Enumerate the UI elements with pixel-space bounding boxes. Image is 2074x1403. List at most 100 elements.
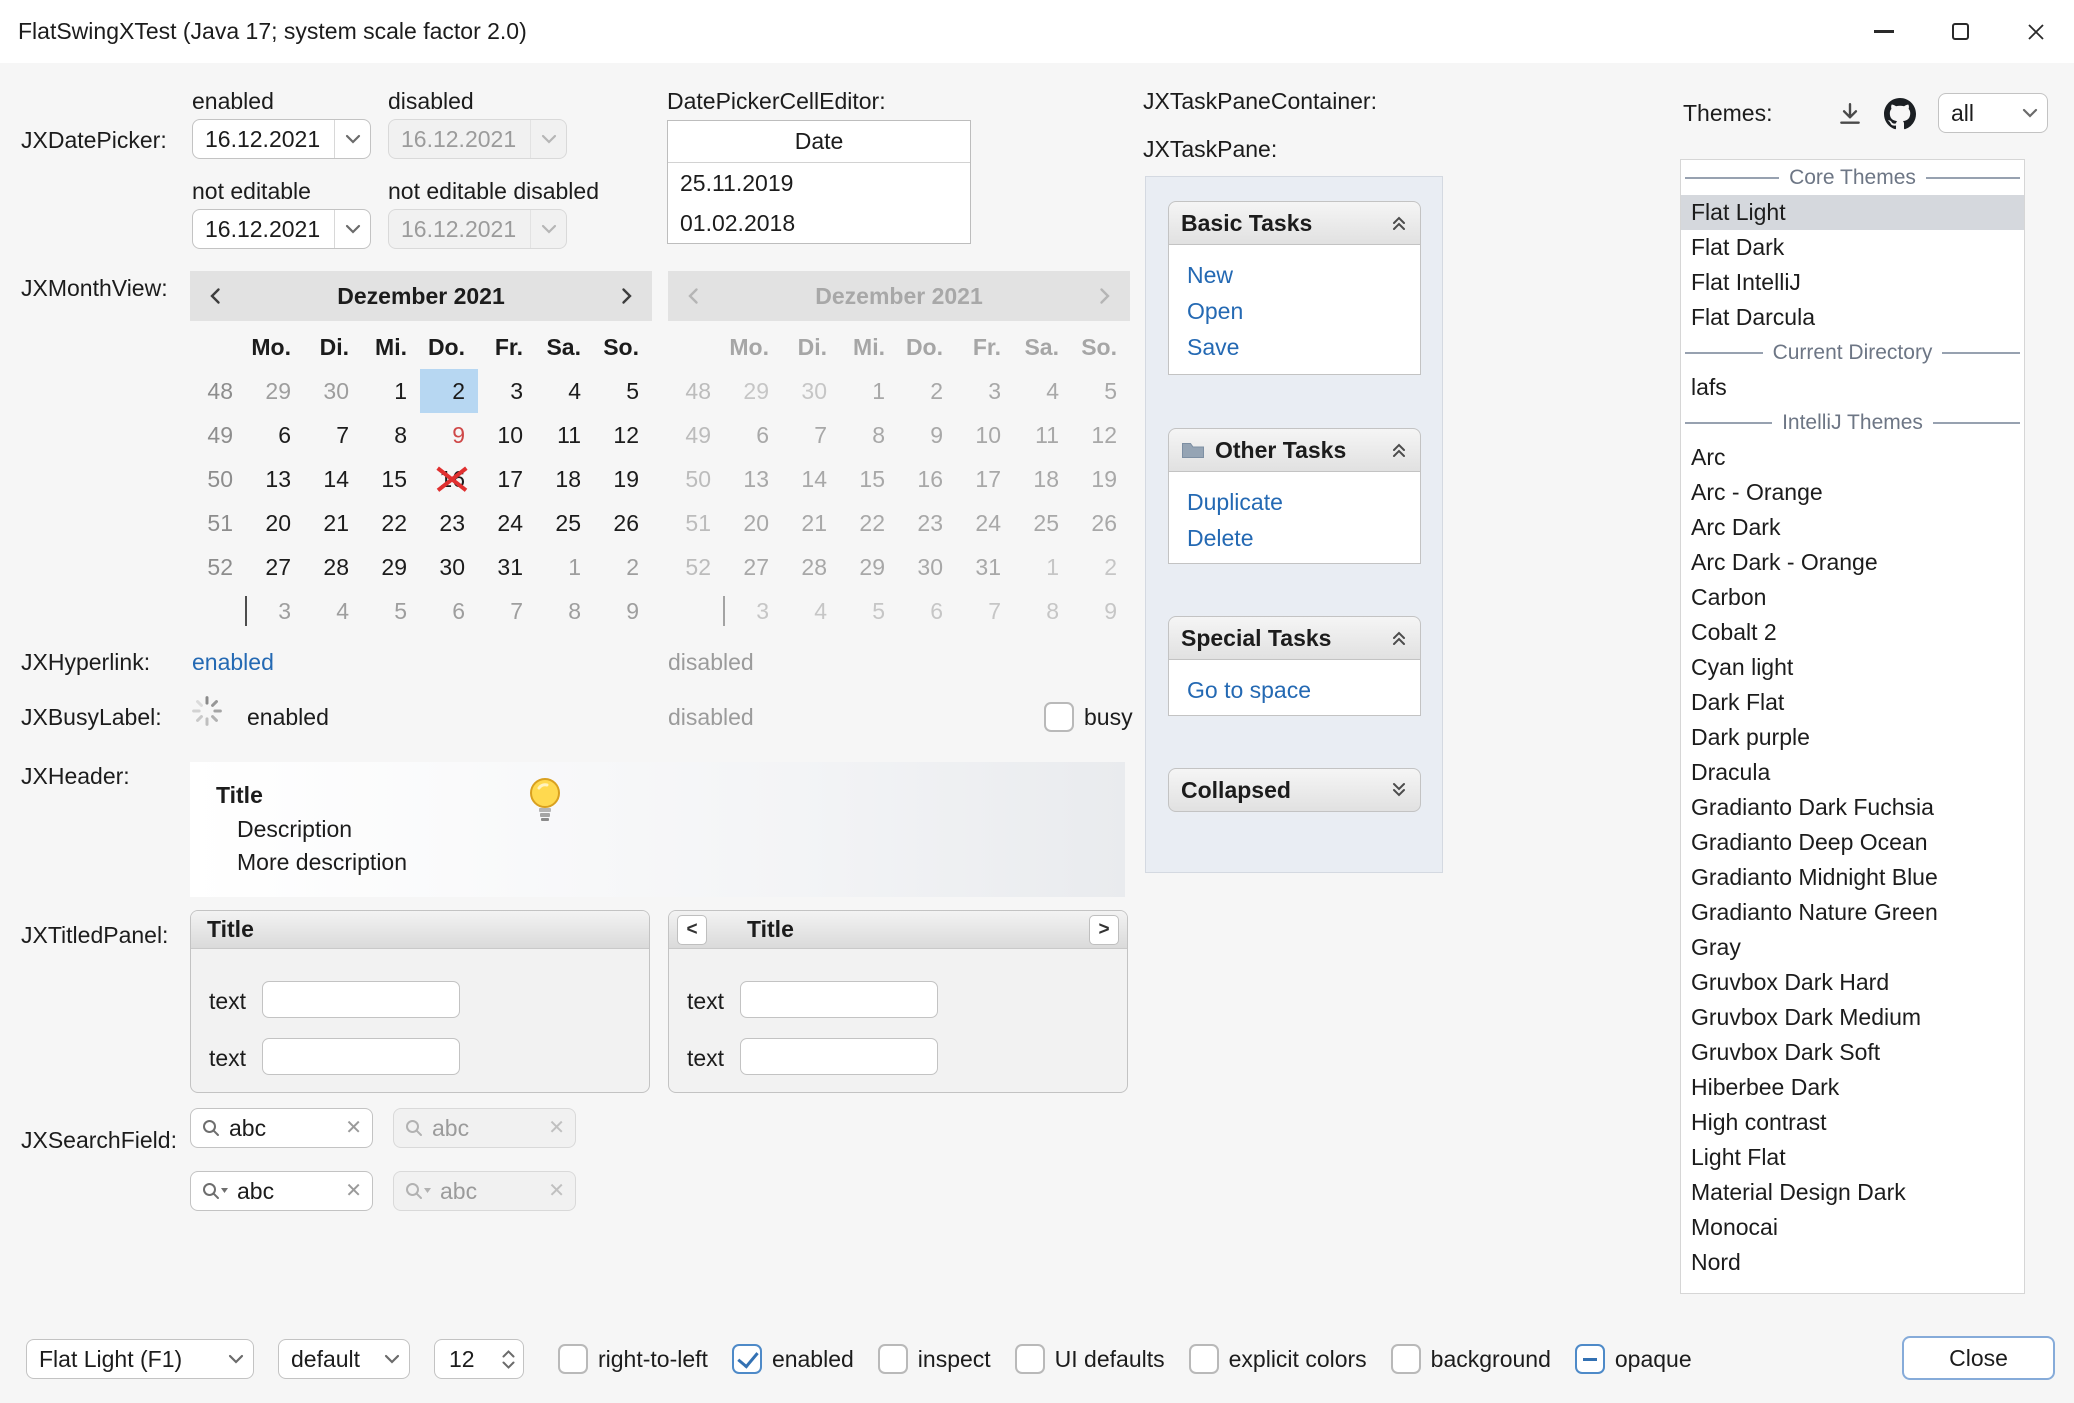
calendar-day[interactable]: 17	[478, 457, 536, 501]
calendar-day[interactable]: 28	[304, 545, 362, 589]
calendar-day[interactable]: 11	[536, 413, 594, 457]
laf-combo[interactable]: Flat Light (F1)	[26, 1339, 254, 1379]
calendar-day[interactable]: 19	[594, 457, 652, 501]
calendar-day[interactable]: 5	[594, 369, 652, 413]
calendar-day[interactable]: 29	[362, 545, 420, 589]
theme-list-item[interactable]: Cobalt 2	[1681, 615, 2024, 650]
calendar-day[interactable]: 3	[246, 589, 304, 633]
font-size-spinner[interactable]: 12	[434, 1339, 524, 1379]
taskpane-link[interactable]: Open	[1187, 293, 1420, 329]
calendar-day[interactable]: 9	[420, 413, 478, 457]
calendar-day[interactable]: 3	[478, 369, 536, 413]
calendar-day[interactable]: 6	[246, 413, 304, 457]
theme-list-item[interactable]: Gruvbox Dark Hard	[1681, 965, 2024, 1000]
theme-list-item[interactable]: Monocai	[1681, 1210, 2024, 1245]
theme-list-item[interactable]: Arc - Orange	[1681, 475, 2024, 510]
text-input[interactable]	[262, 1038, 460, 1075]
taskpane-header[interactable]: Basic Tasks	[1168, 201, 1421, 245]
calendar-day[interactable]: 1	[362, 369, 420, 413]
searchfield-value[interactable]: abc	[237, 1178, 337, 1205]
double-chevron-up-icon[interactable]	[1390, 629, 1408, 647]
theme-list-item[interactable]: Gray	[1681, 930, 2024, 965]
checkbox-enabled-box[interactable]	[732, 1344, 762, 1374]
checkbox-inspect[interactable]: inspect	[878, 1344, 991, 1374]
calendar-day[interactable]: 20	[246, 501, 304, 545]
checkbox-explicit-colors-box[interactable]	[1189, 1344, 1219, 1374]
calendar-day[interactable]: 9	[594, 589, 652, 633]
theme-list-item[interactable]: Gruvbox Dark Medium	[1681, 1000, 2024, 1035]
checkbox-inspect-box[interactable]	[878, 1344, 908, 1374]
theme-list-item[interactable]: Flat Light	[1681, 195, 2024, 230]
theme-list-item[interactable]: Dark purple	[1681, 720, 2024, 755]
theme-list-item[interactable]: Nord	[1681, 1245, 2024, 1280]
theme-list-item[interactable]: lafs	[1681, 370, 2024, 405]
checkbox-background-box[interactable]	[1391, 1344, 1421, 1374]
calendar-day[interactable]: 8	[536, 589, 594, 633]
theme-list-item[interactable]: Flat IntelliJ	[1681, 265, 2024, 300]
checkbox-ui-defaults[interactable]: UI defaults	[1015, 1344, 1165, 1374]
calendar-day[interactable]: 18	[536, 457, 594, 501]
calendar-day[interactable]: 1	[536, 545, 594, 589]
taskpane-header[interactable]: Other Tasks	[1168, 428, 1421, 472]
theme-list-item[interactable]: Light Flat	[1681, 1140, 2024, 1175]
datepicker-value[interactable]: 16.12.2021	[193, 126, 334, 153]
font-combo[interactable]: default	[278, 1339, 410, 1379]
text-input[interactable]	[740, 1038, 938, 1075]
datepicker-not-editable[interactable]: 16.12.2021	[192, 209, 371, 249]
clear-search-icon[interactable]: ✕	[345, 1118, 362, 1138]
theme-list-item[interactable]: Gradianto Midnight Blue	[1681, 860, 2024, 895]
checkbox-busy-box[interactable]	[1044, 702, 1074, 732]
taskpane-link[interactable]: Duplicate	[1187, 484, 1420, 520]
theme-list-item[interactable]: Gradianto Dark Fuchsia	[1681, 790, 2024, 825]
calendar-day[interactable]: 29	[246, 369, 304, 413]
checkbox-ui-defaults-box[interactable]	[1015, 1344, 1045, 1374]
taskpane-link[interactable]: New	[1187, 257, 1420, 293]
double-chevron-up-icon[interactable]	[1390, 214, 1408, 232]
theme-list-item[interactable]: Hiberbee Dark	[1681, 1070, 2024, 1105]
taskpane-header[interactable]: Collapsed	[1168, 768, 1421, 812]
theme-list-item[interactable]: Flat Darcula	[1681, 300, 2024, 335]
taskpane-link[interactable]: Delete	[1187, 520, 1420, 556]
themes-filter-combo[interactable]: all	[1938, 93, 2048, 133]
next-month-button[interactable]	[614, 284, 638, 308]
theme-list-item[interactable]: Arc	[1681, 440, 2024, 475]
checkbox-right-to-left[interactable]: right-to-left	[558, 1344, 708, 1374]
datepicker-dropdown-button[interactable]	[334, 210, 370, 248]
calendar-day[interactable]: 13	[246, 457, 304, 501]
spinner-up-icon[interactable]	[502, 1350, 515, 1358]
calendar-day[interactable]: 4	[536, 369, 594, 413]
hyperlink-enabled[interactable]: enabled	[192, 649, 274, 676]
theme-list-item[interactable]: Carbon	[1681, 580, 2024, 615]
calendar-day[interactable]: 14	[304, 457, 362, 501]
theme-list-item[interactable]: Dracula	[1681, 755, 2024, 790]
close-window-button[interactable]	[1998, 0, 2074, 63]
theme-list-item[interactable]: Dark Flat	[1681, 685, 2024, 720]
checkbox-enabled[interactable]: enabled	[732, 1344, 854, 1374]
spinner-buttons[interactable]	[493, 1340, 523, 1378]
spinner-down-icon[interactable]	[502, 1361, 515, 1369]
checkbox-explicit-colors[interactable]: explicit colors	[1189, 1344, 1367, 1374]
calendar-day[interactable]: 23	[420, 501, 478, 545]
checkbox-right-to-left-box[interactable]	[558, 1344, 588, 1374]
theme-list-item[interactable]: Arc Dark - Orange	[1681, 545, 2024, 580]
calendar-day[interactable]: 16	[420, 457, 478, 501]
searchfield-menu-enabled[interactable]: abc ✕	[190, 1171, 373, 1211]
datepicker-value[interactable]: 16.12.2021	[193, 216, 334, 243]
clear-search-icon[interactable]: ✕	[345, 1181, 362, 1201]
calendar-day[interactable]: 5	[362, 589, 420, 633]
calendar-day[interactable]: 12	[594, 413, 652, 457]
theme-list-item[interactable]: High contrast	[1681, 1105, 2024, 1140]
github-button[interactable]	[1878, 92, 1922, 136]
calendar-day[interactable]: 15	[362, 457, 420, 501]
calendar-day[interactable]: 2	[594, 545, 652, 589]
minimize-button[interactable]	[1846, 0, 1922, 63]
theme-list-item[interactable]: Cyan light	[1681, 650, 2024, 685]
double-chevron-up-icon[interactable]	[1390, 441, 1408, 459]
maximize-button[interactable]	[1922, 0, 1998, 63]
text-input[interactable]	[262, 981, 460, 1018]
calendar-day[interactable]: 8	[362, 413, 420, 457]
checkbox-background[interactable]: background	[1391, 1344, 1551, 1374]
calendar-day[interactable]: 30	[420, 545, 478, 589]
calendar-day[interactable]: 7	[304, 413, 362, 457]
calendar-day[interactable]: 31	[478, 545, 536, 589]
